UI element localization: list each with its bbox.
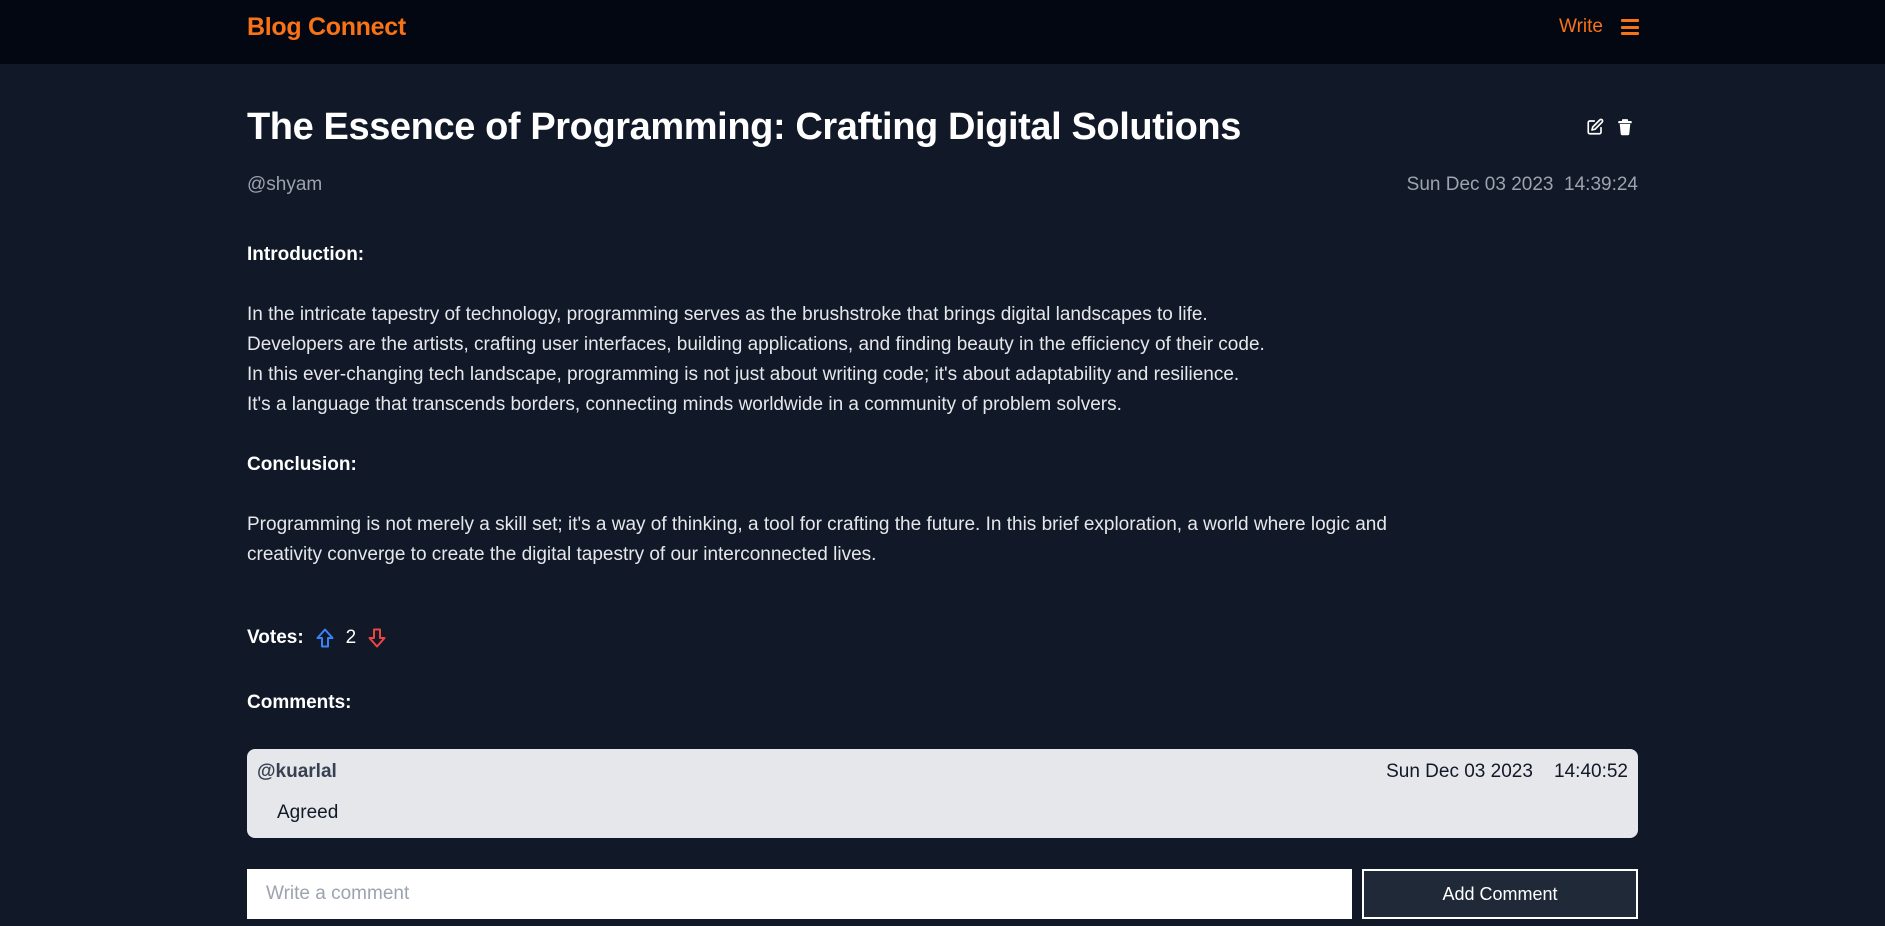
intro-line: In this ever-changing tech landscape, pr…: [247, 364, 1240, 385]
intro-line: In the intricate tapestry of technology,…: [247, 304, 1208, 325]
upvote-arrow-icon[interactable]: [314, 627, 336, 649]
intro-line: It's a language that transcends borders,…: [247, 394, 1122, 415]
comment-author[interactable]: @kuarlal: [257, 761, 337, 783]
intro-heading: Introduction:: [247, 244, 365, 265]
votes-label: Votes:: [247, 627, 304, 648]
post-content: Introduction: In the intricate tapestry …: [247, 240, 1447, 570]
hamburger-menu-icon[interactable]: [1621, 18, 1639, 36]
conclusion-heading: Conclusion:: [247, 454, 357, 475]
conclusion-text: Programming is not merely a skill set; i…: [247, 514, 1387, 565]
comments-heading: Comments:: [247, 692, 352, 713]
post-date: Sun Dec 03 2023 14:39:24: [1406, 174, 1638, 195]
brand-logo-link[interactable]: Blog Connect: [247, 13, 406, 42]
intro-line: Developers are the artists, crafting use…: [247, 334, 1265, 355]
comment-date: Sun Dec 03 2023 14:40:52: [1386, 761, 1628, 782]
downvote-arrow-icon[interactable]: [366, 627, 388, 649]
trash-icon[interactable]: [1616, 118, 1634, 136]
votes-bar: Votes: 2: [247, 627, 388, 649]
write-link[interactable]: Write: [1559, 16, 1603, 38]
post-actions: [1586, 118, 1634, 136]
comment-text: Agreed: [277, 802, 339, 823]
comment-input[interactable]: [247, 869, 1352, 919]
add-comment-button[interactable]: Add Comment: [1362, 869, 1638, 919]
navbar-actions: Write: [1559, 16, 1639, 38]
comment-card: @kuarlal Sun Dec 03 2023 14:40:52 Agreed: [247, 749, 1638, 838]
edit-icon[interactable]: [1586, 118, 1604, 136]
top-navbar: Blog Connect Write: [0, 0, 1885, 64]
vote-count: 2: [345, 627, 357, 648]
post-author[interactable]: @shyam: [247, 174, 322, 196]
post-title: The Essence of Programming: Crafting Dig…: [247, 106, 1241, 148]
